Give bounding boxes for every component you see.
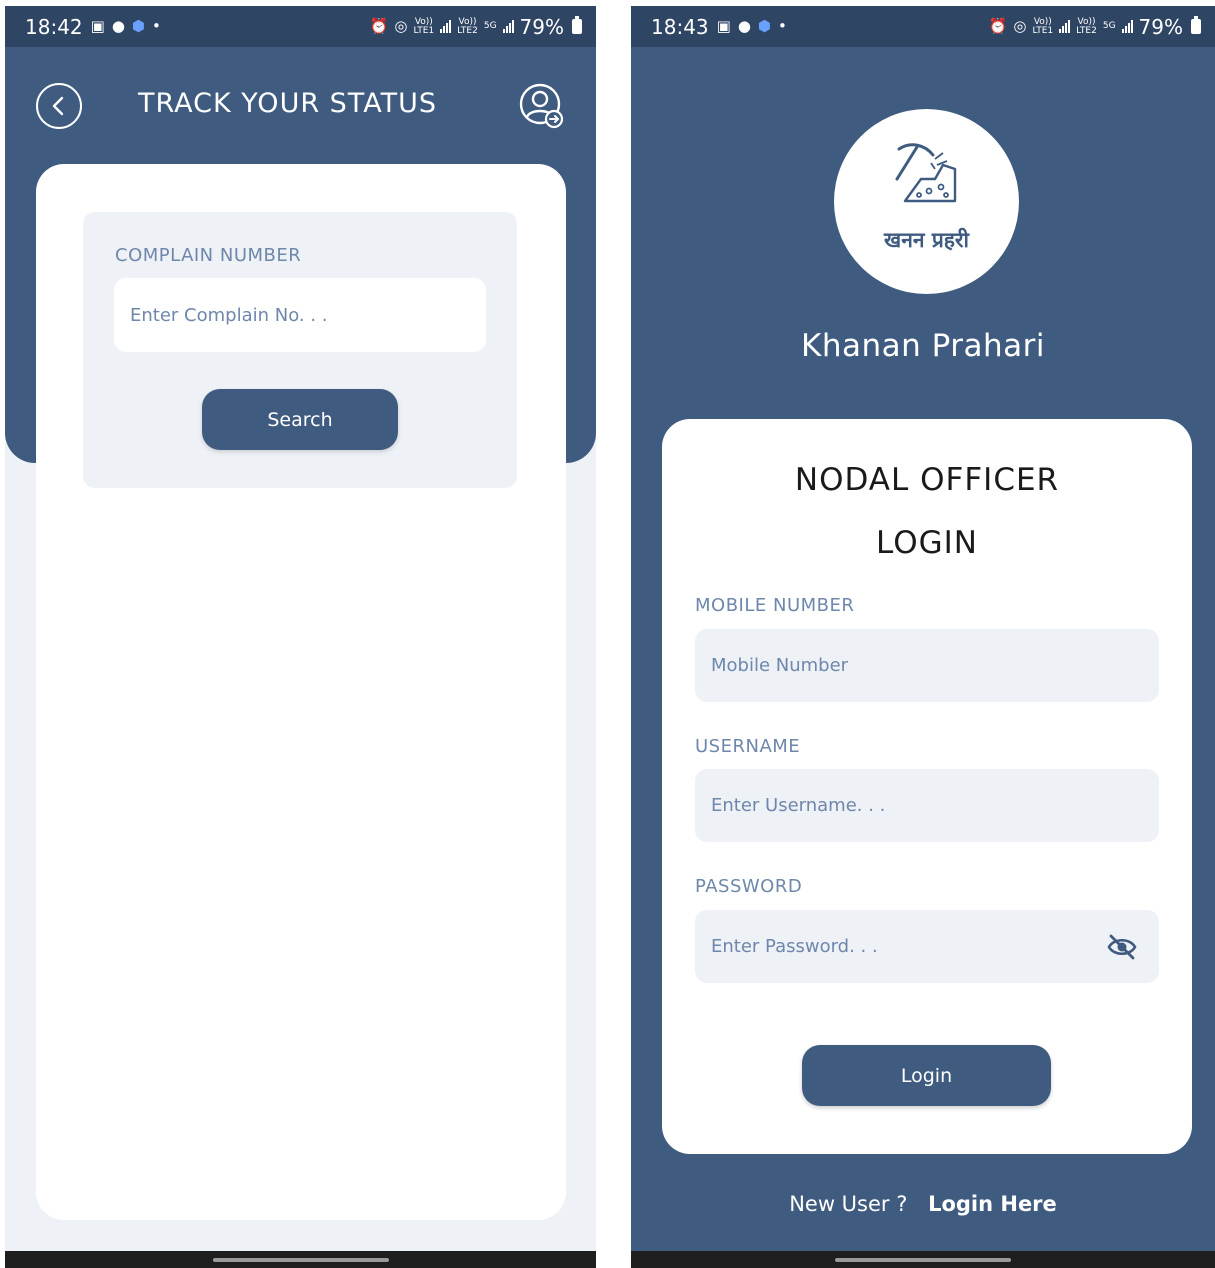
new-user-row: New User ? Login Here	[631, 1192, 1215, 1216]
status-time: 18:42	[25, 14, 83, 39]
app-name: Khanan Prahari	[800, 328, 1045, 364]
search-button[interactable]: Search	[202, 389, 398, 450]
user-logout-icon	[519, 83, 564, 129]
username-placeholder: Enter Username. . .	[711, 795, 886, 816]
username-input[interactable]: Enter Username. . .	[695, 769, 1159, 842]
chat-icon: ●	[111, 17, 125, 35]
signal-icon	[1121, 20, 1133, 33]
volte1-icon: Vo)) LTE1	[413, 16, 435, 36]
password-label: PASSWORD	[695, 876, 803, 897]
complain-number-label: COMPLAIN NUMBER	[115, 245, 302, 266]
nodal-login-screen: 18:43 ▣ ● ⬢ • ⏰ ◎ Vo)) LTE1 Vo)) LTE2 5G 7…	[631, 6, 1215, 1268]
signal-icon	[1059, 20, 1071, 33]
eye-off-icon[interactable]	[1107, 934, 1137, 960]
new-user-prompt: New User ?	[789, 1192, 908, 1216]
mobile-number-placeholder: Mobile Number	[711, 655, 849, 676]
signal-icon	[502, 20, 514, 33]
username-label: USERNAME	[695, 736, 801, 757]
navigation-bar	[5, 1251, 596, 1268]
profile-logout-button[interactable]	[518, 82, 566, 130]
track-status-screen: 18:42 ▣ ● ⬢ • ⏰ ◎ Vo)) LTE1 Vo)) LTE2 5G 7…	[5, 6, 596, 1268]
gallery-icon: ▣	[716, 17, 731, 35]
navigation-bar	[631, 1251, 1215, 1268]
mining-pickaxe-icon	[895, 143, 957, 203]
signal-icon	[440, 20, 452, 33]
battery-percent: 79%	[1138, 14, 1183, 39]
page-title: TRACK YOUR STATUS	[138, 88, 437, 119]
mobile-number-label: MOBILE NUMBER	[695, 595, 855, 616]
app-logo: खनन प्रहरी	[834, 109, 1019, 294]
volte1-icon: Vo)) LTE1	[1032, 16, 1054, 36]
login-card: NODAL OFFICER LOGIN MOBILE NUMBER Mobile…	[662, 419, 1192, 1154]
status-bar: 18:43 ▣ ● ⬢ • ⏰ ◎ Vo)) LTE1 Vo)) LTE2 5G 7…	[631, 6, 1215, 47]
5g-icon: 5G	[1102, 21, 1116, 31]
notification-dot-icon: •	[778, 17, 787, 35]
app-icon: ⬢	[131, 17, 146, 35]
chevron-left-icon	[52, 96, 64, 116]
hotspot-icon: ◎	[1013, 17, 1027, 35]
chat-icon: ●	[737, 17, 751, 35]
5g-icon: 5G	[483, 21, 497, 31]
gallery-icon: ▣	[90, 17, 105, 35]
mobile-number-input[interactable]: Mobile Number	[695, 629, 1159, 702]
login-button[interactable]: Login	[802, 1045, 1051, 1106]
volte2-icon: Vo)) LTE2	[457, 16, 478, 36]
battery-percent: 79%	[519, 14, 564, 39]
complain-number-placeholder: Enter Complain No. . .	[130, 304, 328, 326]
login-title: NODAL OFFICER LOGIN	[794, 462, 1060, 561]
back-button[interactable]	[36, 83, 82, 129]
alarm-icon: ⏰	[369, 17, 389, 35]
password-input[interactable]: Enter Password. . .	[695, 910, 1159, 983]
hotspot-icon: ◎	[394, 17, 408, 35]
login-here-link[interactable]: Login Here	[928, 1192, 1057, 1216]
complain-form: COMPLAIN NUMBER Enter Complain No. . . S…	[83, 212, 517, 488]
logo-hindi-text: खनन प्रहरी	[884, 228, 969, 252]
battery-icon	[572, 16, 582, 34]
volte2-icon: Vo)) LTE2	[1076, 16, 1097, 36]
home-gesture-handle[interactable]	[835, 1258, 1011, 1262]
notification-dot-icon: •	[152, 17, 161, 35]
track-card: COMPLAIN NUMBER Enter Complain No. . . S…	[36, 164, 566, 1220]
status-time: 18:43	[651, 14, 709, 39]
battery-icon	[1191, 16, 1201, 34]
app-icon: ⬢	[757, 17, 772, 35]
password-placeholder: Enter Password. . .	[711, 936, 878, 957]
status-bar: 18:42 ▣ ● ⬢ • ⏰ ◎ Vo)) LTE1 Vo)) LTE2 5G 7…	[5, 6, 596, 47]
home-gesture-handle[interactable]	[212, 1258, 389, 1262]
complain-number-input[interactable]: Enter Complain No. . .	[114, 278, 486, 352]
alarm-icon: ⏰	[988, 17, 1008, 35]
